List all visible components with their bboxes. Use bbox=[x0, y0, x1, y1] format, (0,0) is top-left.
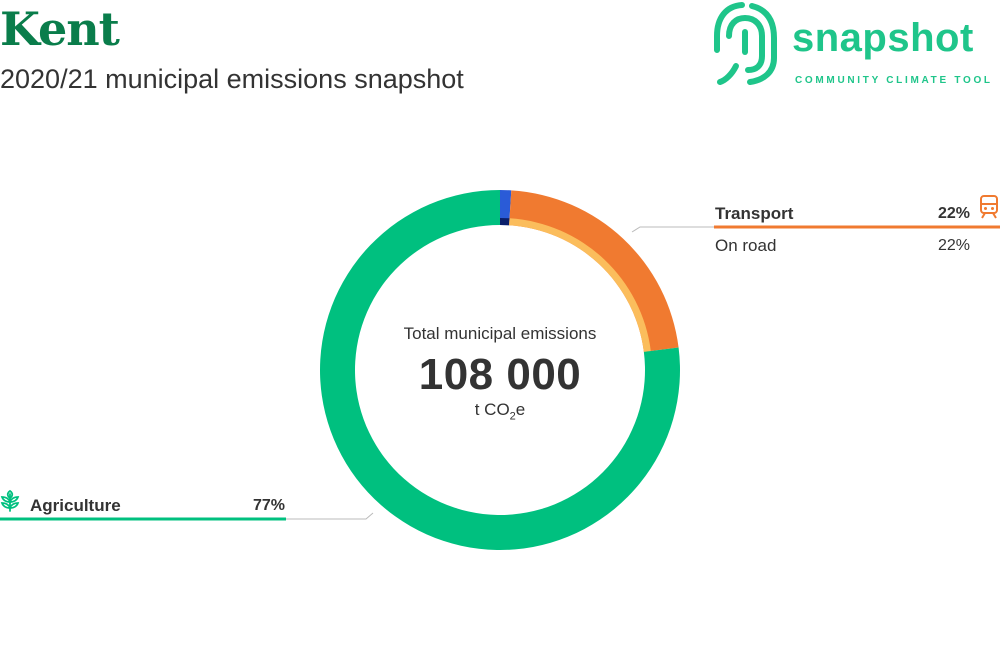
wheat-icon bbox=[0, 489, 20, 512]
train-icon bbox=[980, 195, 998, 219]
total-emissions-label: Total municipal emissions bbox=[403, 324, 597, 343]
agriculture-leader-line bbox=[286, 512, 374, 520]
transport-label: Transport bbox=[715, 204, 794, 223]
on-road-label: On road bbox=[715, 236, 777, 255]
agriculture-label: Agriculture bbox=[30, 496, 121, 515]
total-emissions-value: 108 000 bbox=[418, 350, 582, 399]
agriculture-percent: 77% bbox=[252, 497, 285, 514]
transport-percent: 22% bbox=[937, 205, 970, 222]
donut-subslice-other bbox=[500, 218, 510, 226]
transport-leader-line bbox=[631, 226, 714, 233]
total-emissions-unit: t CO2e bbox=[474, 400, 526, 423]
on-road-percent: 22% bbox=[937, 237, 970, 254]
